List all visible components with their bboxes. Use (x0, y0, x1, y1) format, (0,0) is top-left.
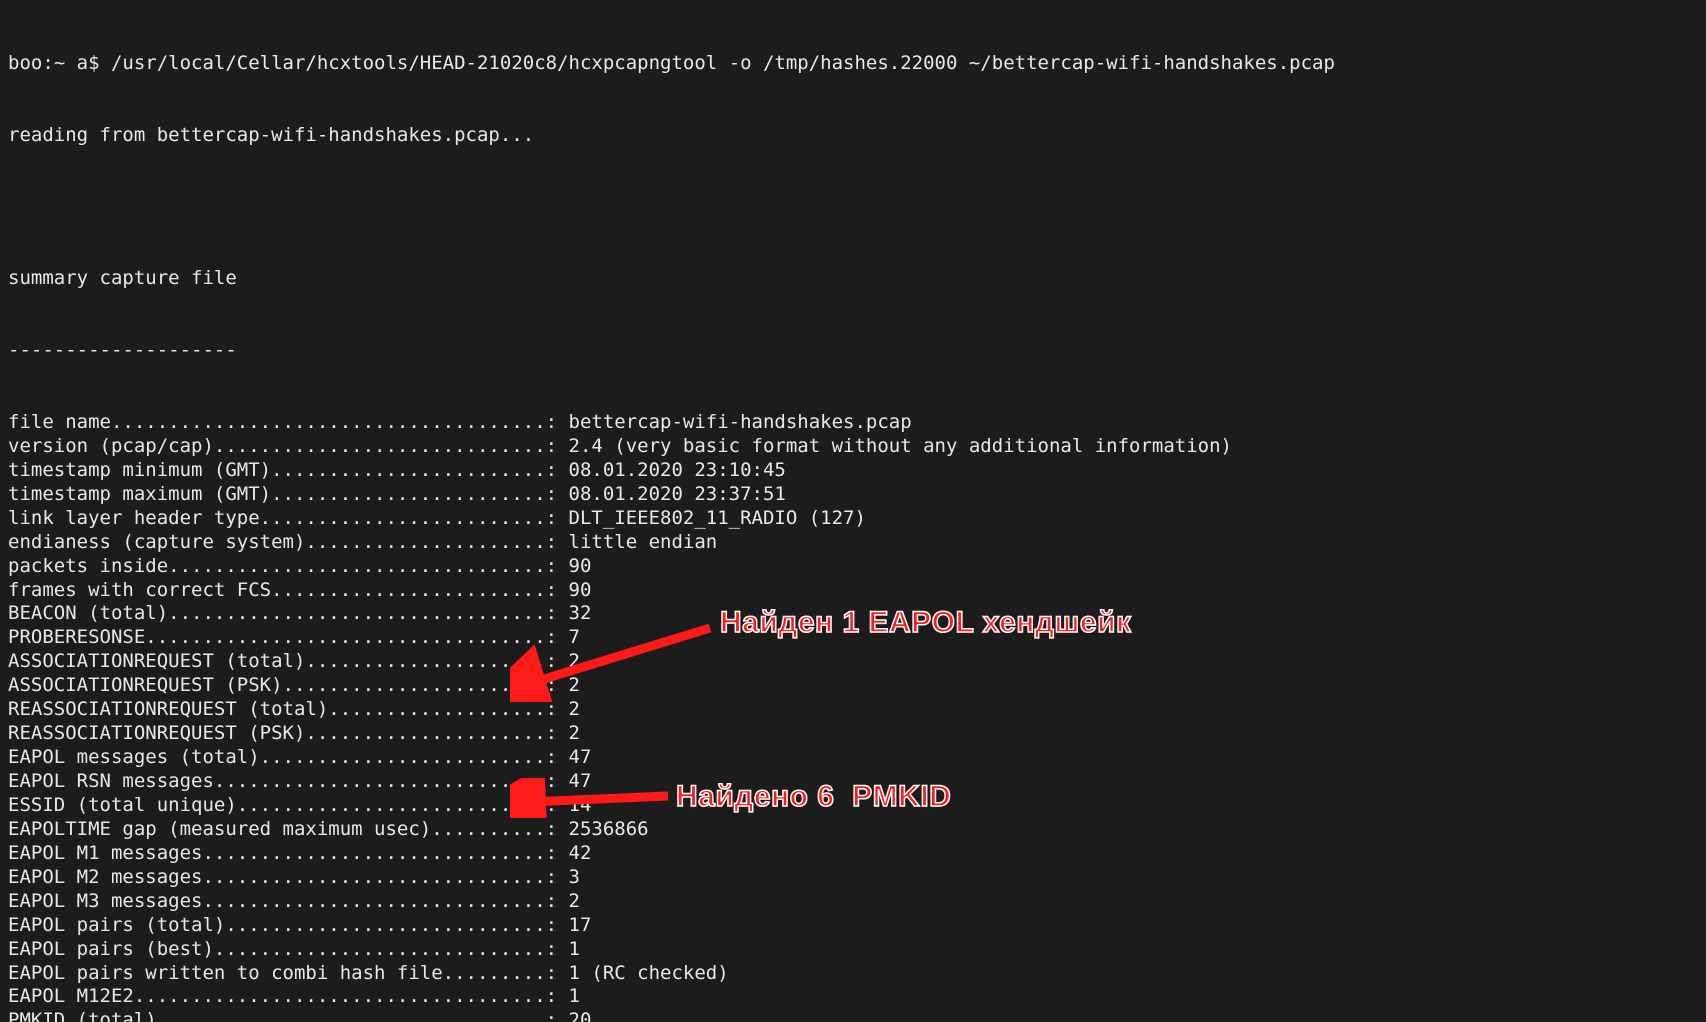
summary-row: EAPOLTIME gap (measured maximum usec)...… (8, 818, 1698, 842)
summary-row: EAPOL pairs (total).....................… (8, 914, 1698, 938)
section-header: summary capture file (8, 267, 1698, 291)
summary-row: EAPOL M1 messages.......................… (8, 842, 1698, 866)
summary-row: REASSOCIATIONREQUEST (total)............… (8, 698, 1698, 722)
summary-row: ASSOCIATIONREQUEST (PSK)................… (8, 674, 1698, 698)
summary-row: frames with correct FCS.................… (8, 579, 1698, 603)
summary-row: ASSOCIATIONREQUEST (total)..............… (8, 650, 1698, 674)
summary-row: timestamp minimum (GMT).................… (8, 459, 1698, 483)
summary-rows: file name...............................… (8, 411, 1698, 1022)
summary-row: EAPOL RSN messages......................… (8, 770, 1698, 794)
summary-row: endianess (capture system)..............… (8, 531, 1698, 555)
summary-row: REASSOCIATIONREQUEST (PSK)..............… (8, 722, 1698, 746)
summary-row: EAPOL pairs written to combi hash file..… (8, 962, 1698, 986)
reading-line: reading from bettercap-wifi-handshakes.p… (8, 124, 1698, 148)
summary-row: EAPOL M2 messages.......................… (8, 866, 1698, 890)
summary-row: packets inside..........................… (8, 555, 1698, 579)
section-underline: -------------------- (8, 339, 1698, 363)
summary-row: PMKID (total)...........................… (8, 1009, 1698, 1022)
prompt-line: boo:~ a$ /usr/local/Cellar/hcxtools/HEAD… (8, 52, 1698, 76)
summary-row: EAPOL messages (total)..................… (8, 746, 1698, 770)
summary-row: version (pcap/cap)......................… (8, 435, 1698, 459)
summary-row: BEACON (total)..........................… (8, 602, 1698, 626)
summary-row: ESSID (total unique)....................… (8, 794, 1698, 818)
summary-row: link layer header type..................… (8, 507, 1698, 531)
summary-row: file name...............................… (8, 411, 1698, 435)
summary-row: EAPOL M3 messages.......................… (8, 890, 1698, 914)
summary-row: PROBERESONSE............................… (8, 626, 1698, 650)
summary-row: EAPOL pairs (best)......................… (8, 938, 1698, 962)
blank-line (8, 196, 1698, 220)
terminal-window[interactable]: boo:~ a$ /usr/local/Cellar/hcxtools/HEAD… (0, 0, 1706, 1022)
summary-row: EAPOL M12E2.............................… (8, 985, 1698, 1009)
summary-row: timestamp maximum (GMT).................… (8, 483, 1698, 507)
